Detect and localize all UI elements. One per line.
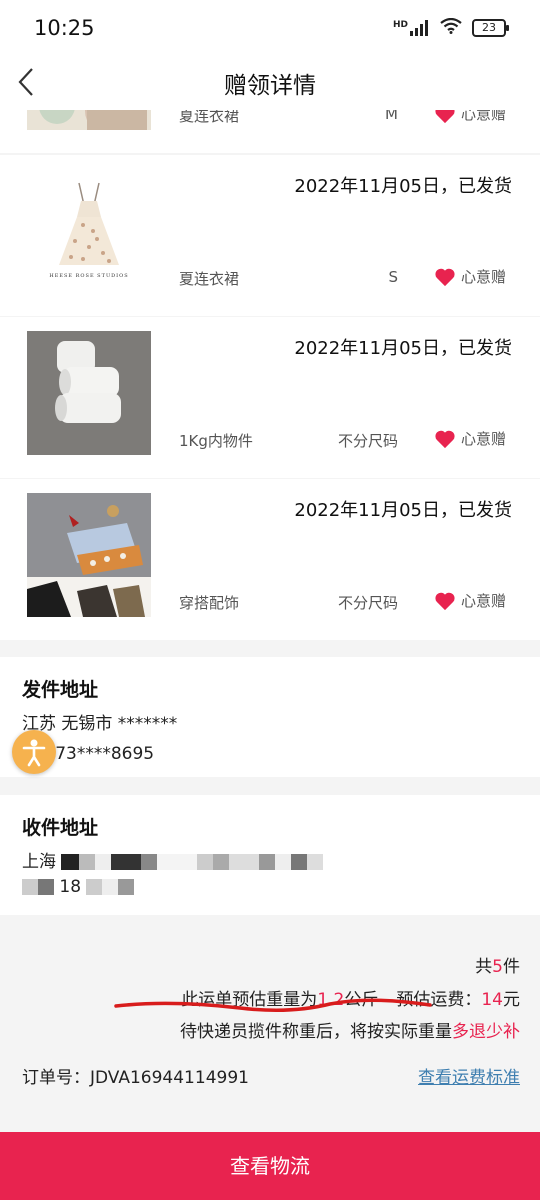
order-label: 订单号： bbox=[22, 1068, 90, 1088]
status-time: 10:25 bbox=[34, 16, 95, 40]
fee-standard-link[interactable]: 查看运费标准 bbox=[418, 1063, 520, 1088]
item-count: 共5件 bbox=[475, 952, 520, 977]
battery-icon: 23 bbox=[472, 19, 509, 37]
redaction-mosaic bbox=[86, 877, 135, 897]
gift-tag-label: 心意赠 bbox=[461, 430, 507, 448]
weight-unit: 公斤 bbox=[344, 990, 379, 1010]
heart-icon bbox=[435, 110, 455, 123]
item-size: M bbox=[385, 110, 398, 123]
heart-icon bbox=[435, 430, 455, 448]
item-thumbnail: HEESE ROSE STUDIOS bbox=[27, 169, 151, 293]
fee-value: 14 bbox=[481, 990, 503, 1010]
receiver-address-title: 收件地址 bbox=[22, 817, 99, 839]
redaction-mosaic bbox=[61, 852, 324, 872]
signal-icon: HD bbox=[393, 20, 430, 36]
list-item[interactable]: 2022年11月05日，已发货 穿搭配饰 不分尺码 心意赠 bbox=[0, 479, 540, 640]
receiver-address-text: 上海 bbox=[22, 852, 56, 872]
heart-icon bbox=[435, 592, 455, 610]
fee-label: 预估运费： bbox=[396, 990, 482, 1010]
weight-note: 待快递员揽件称重后，将按实际重量多退少补 bbox=[180, 1017, 520, 1042]
accessibility-float-button[interactable] bbox=[12, 730, 56, 774]
item-size: S bbox=[388, 268, 398, 286]
item-count-suffix: 件 bbox=[503, 957, 520, 977]
item-name: 夏连衣裙 bbox=[179, 110, 240, 125]
item-thumbnail bbox=[27, 331, 151, 455]
estimate-line: 此运单预估重量为1.2公斤 预估运费：14元 bbox=[181, 985, 520, 1010]
order-number-value: JDVA16944114991 bbox=[90, 1068, 249, 1088]
item-thumbnail bbox=[27, 493, 151, 617]
item-thumbnail bbox=[27, 110, 151, 133]
weight-value: 1.2 bbox=[317, 990, 345, 1010]
ship-date: 2022年11月05日，已发货 bbox=[294, 338, 512, 359]
page-title: 赠领详情 bbox=[224, 73, 316, 99]
network-label: HD bbox=[392, 20, 408, 30]
sender-address-card: 发件地址 江苏 无锡市 ******* 欧 173****8695 bbox=[0, 657, 540, 777]
item-size: 不分尺码 bbox=[337, 432, 398, 450]
status-bar: 10:25 HD 23 bbox=[0, 0, 540, 58]
gift-tag: 心意赠 bbox=[434, 110, 506, 124]
nav-bar: 赠领详情 bbox=[0, 58, 540, 110]
redaction-mosaic bbox=[22, 877, 54, 897]
order-number: 订单号：JDVA16944114991 bbox=[22, 1063, 249, 1088]
gift-tag: 心意赠 bbox=[434, 590, 506, 611]
receiver-contact-text: 18 bbox=[59, 877, 82, 897]
gift-tag: 心意赠 bbox=[434, 266, 506, 287]
receiver-address-card: 收件地址 上海 18 bbox=[0, 795, 540, 915]
item-name: 1Kg内物件 bbox=[179, 432, 253, 450]
gift-tag-label: 心意赠 bbox=[461, 110, 507, 123]
gift-tag: 心意赠 bbox=[434, 428, 506, 449]
gift-tag-label: 心意赠 bbox=[461, 592, 507, 610]
accessibility-icon bbox=[22, 739, 46, 767]
list-item[interactable]: HEESE ROSE STUDIOS 2022年11月05日，已发货 夏连衣裙 … bbox=[0, 155, 540, 316]
receiver-address: 上海 bbox=[22, 847, 324, 872]
item-name: 穿搭配饰 bbox=[179, 594, 240, 612]
item-count-value: 5 bbox=[492, 957, 503, 977]
item-name: 夏连衣裙 bbox=[179, 270, 240, 288]
list-item[interactable]: 夏连衣裙 M 心意赠 bbox=[0, 110, 540, 153]
receiver-contact: 18 bbox=[22, 877, 135, 897]
ship-date: 2022年11月05日，已发货 bbox=[294, 176, 512, 197]
item-count-prefix: 共 bbox=[475, 957, 493, 977]
view-logistics-button[interactable]: 查看物流 bbox=[0, 1132, 540, 1200]
shipping-summary: 共5件 此运单预估重量为1.2公斤 预估运费：14元 待快递员揽件称重后，将按实际… bbox=[0, 945, 540, 1125]
sender-address-title: 发件地址 bbox=[22, 679, 99, 701]
note-text: 待快递员揽件称重后，将按实际重量 bbox=[180, 1022, 452, 1042]
weight-prefix: 此运单预估重量为 bbox=[181, 990, 318, 1010]
heart-icon bbox=[435, 268, 455, 286]
item-size: 不分尺码 bbox=[337, 594, 398, 612]
list-item[interactable]: 2022年11月05日，已发货 1Kg内物件 不分尺码 心意赠 bbox=[0, 317, 540, 478]
note-highlight: 多退少补 bbox=[452, 1022, 520, 1042]
item-list[interactable]: 夏连衣裙 M 心意赠 HEESE ROSE STUDIOS 2022年11月05… bbox=[0, 110, 540, 645]
ship-date: 2022年11月05日，已发货 bbox=[294, 500, 512, 521]
gift-tag-label: 心意赠 bbox=[461, 268, 507, 286]
brand-text: HEESE ROSE STUDIOS bbox=[49, 273, 129, 279]
status-icons: HD 23 bbox=[393, 17, 509, 38]
fee-unit: 元 bbox=[503, 990, 520, 1010]
wifi-icon bbox=[440, 17, 462, 38]
